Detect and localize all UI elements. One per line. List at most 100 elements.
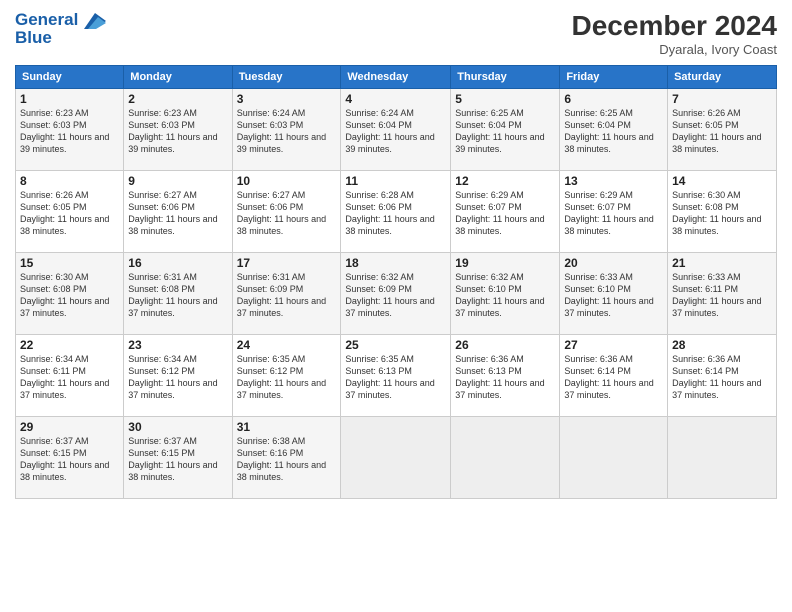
- day-number: 22: [20, 338, 119, 352]
- day-number: 18: [345, 256, 446, 270]
- day-info: Sunrise: 6:33 AMSunset: 6:10 PMDaylight:…: [564, 271, 663, 320]
- day-info: Sunrise: 6:24 AMSunset: 6:03 PMDaylight:…: [237, 107, 337, 156]
- day-info: Sunrise: 6:26 AMSunset: 6:05 PMDaylight:…: [20, 189, 119, 238]
- day-number: 21: [672, 256, 772, 270]
- calendar-cell: 11Sunrise: 6:28 AMSunset: 6:06 PMDayligh…: [341, 171, 451, 253]
- day-info: Sunrise: 6:32 AMSunset: 6:09 PMDaylight:…: [345, 271, 446, 320]
- calendar-row-3: 15Sunrise: 6:30 AMSunset: 6:08 PMDayligh…: [16, 253, 777, 335]
- month-year: December 2024: [572, 10, 777, 42]
- day-number: 17: [237, 256, 337, 270]
- calendar-cell: 21Sunrise: 6:33 AMSunset: 6:11 PMDayligh…: [668, 253, 777, 335]
- day-number: 11: [345, 174, 446, 188]
- day-number: 24: [237, 338, 337, 352]
- calendar-cell: 6Sunrise: 6:25 AMSunset: 6:04 PMDaylight…: [560, 89, 668, 171]
- day-info: Sunrise: 6:27 AMSunset: 6:06 PMDaylight:…: [237, 189, 337, 238]
- calendar-cell: 16Sunrise: 6:31 AMSunset: 6:08 PMDayligh…: [124, 253, 232, 335]
- day-number: 3: [237, 92, 337, 106]
- title-section: December 2024 Dyarala, Ivory Coast: [572, 10, 777, 57]
- calendar-cell: 29Sunrise: 6:37 AMSunset: 6:15 PMDayligh…: [16, 417, 124, 499]
- page-header: General Blue December 2024 Dyarala, Ivor…: [15, 10, 777, 57]
- day-info: Sunrise: 6:23 AMSunset: 6:03 PMDaylight:…: [128, 107, 227, 156]
- calendar-cell: 2Sunrise: 6:23 AMSunset: 6:03 PMDaylight…: [124, 89, 232, 171]
- calendar-cell: [560, 417, 668, 499]
- calendar-row-1: 1 Sunrise: 6:23 AMSunset: 6:03 PMDaylight…: [16, 89, 777, 171]
- day-number: 5: [455, 92, 555, 106]
- day-number: 28: [672, 338, 772, 352]
- calendar-cell: 12Sunrise: 6:29 AMSunset: 6:07 PMDayligh…: [451, 171, 560, 253]
- page-container: General Blue December 2024 Dyarala, Ivor…: [0, 0, 792, 612]
- col-saturday: Saturday: [668, 66, 777, 89]
- day-number: 1: [20, 92, 119, 106]
- calendar-cell: 20Sunrise: 6:33 AMSunset: 6:10 PMDayligh…: [560, 253, 668, 335]
- day-info: Sunrise: 6:34 AMSunset: 6:11 PMDaylight:…: [20, 353, 119, 402]
- calendar-cell: [451, 417, 560, 499]
- day-number: 15: [20, 256, 119, 270]
- col-sunday: Sunday: [16, 66, 124, 89]
- day-number: 14: [672, 174, 772, 188]
- calendar-cell: [668, 417, 777, 499]
- day-number: 23: [128, 338, 227, 352]
- calendar-cell: 26Sunrise: 6:36 AMSunset: 6:13 PMDayligh…: [451, 335, 560, 417]
- calendar-cell: [341, 417, 451, 499]
- calendar-cell: 17Sunrise: 6:31 AMSunset: 6:09 PMDayligh…: [232, 253, 341, 335]
- day-number: 30: [128, 420, 227, 434]
- day-number: 31: [237, 420, 337, 434]
- calendar-cell: 4Sunrise: 6:24 AMSunset: 6:04 PMDaylight…: [341, 89, 451, 171]
- logo-icon: [84, 13, 106, 29]
- calendar-header-row: Sunday Monday Tuesday Wednesday Thursday…: [16, 66, 777, 89]
- calendar-cell: 10Sunrise: 6:27 AMSunset: 6:06 PMDayligh…: [232, 171, 341, 253]
- day-info: Sunrise: 6:35 AMSunset: 6:12 PMDaylight:…: [237, 353, 337, 402]
- day-info: Sunrise: 6:27 AMSunset: 6:06 PMDaylight:…: [128, 189, 227, 238]
- day-number: 2: [128, 92, 227, 106]
- day-info: Sunrise: 6:36 AMSunset: 6:13 PMDaylight:…: [455, 353, 555, 402]
- calendar-cell: 30Sunrise: 6:37 AMSunset: 6:15 PMDayligh…: [124, 417, 232, 499]
- day-number: 12: [455, 174, 555, 188]
- day-info: Sunrise: 6:29 AMSunset: 6:07 PMDaylight:…: [455, 189, 555, 238]
- day-info: Sunrise: 6:36 AMSunset: 6:14 PMDaylight:…: [672, 353, 772, 402]
- day-number: 26: [455, 338, 555, 352]
- day-number: 29: [20, 420, 119, 434]
- logo-text: General: [15, 10, 106, 30]
- calendar-cell: 5Sunrise: 6:25 AMSunset: 6:04 PMDaylight…: [451, 89, 560, 171]
- calendar-cell: 31Sunrise: 6:38 AMSunset: 6:16 PMDayligh…: [232, 417, 341, 499]
- logo: General Blue: [15, 10, 106, 48]
- calendar-table: Sunday Monday Tuesday Wednesday Thursday…: [15, 65, 777, 499]
- day-number: 20: [564, 256, 663, 270]
- day-info: Sunrise: 6:24 AMSunset: 6:04 PMDaylight:…: [345, 107, 446, 156]
- day-number: 7: [672, 92, 772, 106]
- day-info: Sunrise: 6:25 AMSunset: 6:04 PMDaylight:…: [455, 107, 555, 156]
- day-info: Sunrise: 6:33 AMSunset: 6:11 PMDaylight:…: [672, 271, 772, 320]
- day-info: Sunrise: 6:34 AMSunset: 6:12 PMDaylight:…: [128, 353, 227, 402]
- day-info: Sunrise: 6:25 AMSunset: 6:04 PMDaylight:…: [564, 107, 663, 156]
- calendar-cell: 15Sunrise: 6:30 AMSunset: 6:08 PMDayligh…: [16, 253, 124, 335]
- calendar-cell: 18Sunrise: 6:32 AMSunset: 6:09 PMDayligh…: [341, 253, 451, 335]
- day-number: 9: [128, 174, 227, 188]
- calendar-cell: 3Sunrise: 6:24 AMSunset: 6:03 PMDaylight…: [232, 89, 341, 171]
- calendar-cell: 14Sunrise: 6:30 AMSunset: 6:08 PMDayligh…: [668, 171, 777, 253]
- day-info: Sunrise: 6:30 AMSunset: 6:08 PMDaylight:…: [20, 271, 119, 320]
- day-number: 13: [564, 174, 663, 188]
- calendar-cell: 25Sunrise: 6:35 AMSunset: 6:13 PMDayligh…: [341, 335, 451, 417]
- col-tuesday: Tuesday: [232, 66, 341, 89]
- day-info: Sunrise: 6:28 AMSunset: 6:06 PMDaylight:…: [345, 189, 446, 238]
- calendar-cell: 23Sunrise: 6:34 AMSunset: 6:12 PMDayligh…: [124, 335, 232, 417]
- calendar-cell: 22Sunrise: 6:34 AMSunset: 6:11 PMDayligh…: [16, 335, 124, 417]
- day-info: Sunrise: 6:38 AMSunset: 6:16 PMDaylight:…: [237, 435, 337, 484]
- day-number: 25: [345, 338, 446, 352]
- day-number: 8: [20, 174, 119, 188]
- calendar-cell: 7Sunrise: 6:26 AMSunset: 6:05 PMDaylight…: [668, 89, 777, 171]
- day-info: Sunrise: 6:29 AMSunset: 6:07 PMDaylight:…: [564, 189, 663, 238]
- logo-line2: Blue: [15, 28, 106, 48]
- calendar-cell: 27Sunrise: 6:36 AMSunset: 6:14 PMDayligh…: [560, 335, 668, 417]
- day-number: 10: [237, 174, 337, 188]
- day-info: Sunrise: 6:37 AMSunset: 6:15 PMDaylight:…: [20, 435, 119, 484]
- day-number: 4: [345, 92, 446, 106]
- day-info: Sunrise: 6:35 AMSunset: 6:13 PMDaylight:…: [345, 353, 446, 402]
- col-thursday: Thursday: [451, 66, 560, 89]
- calendar-cell: 19Sunrise: 6:32 AMSunset: 6:10 PMDayligh…: [451, 253, 560, 335]
- day-number: 19: [455, 256, 555, 270]
- day-info: Sunrise: 6:26 AMSunset: 6:05 PMDaylight:…: [672, 107, 772, 156]
- col-monday: Monday: [124, 66, 232, 89]
- calendar-row-2: 8Sunrise: 6:26 AMSunset: 6:05 PMDaylight…: [16, 171, 777, 253]
- calendar-row-5: 29Sunrise: 6:37 AMSunset: 6:15 PMDayligh…: [16, 417, 777, 499]
